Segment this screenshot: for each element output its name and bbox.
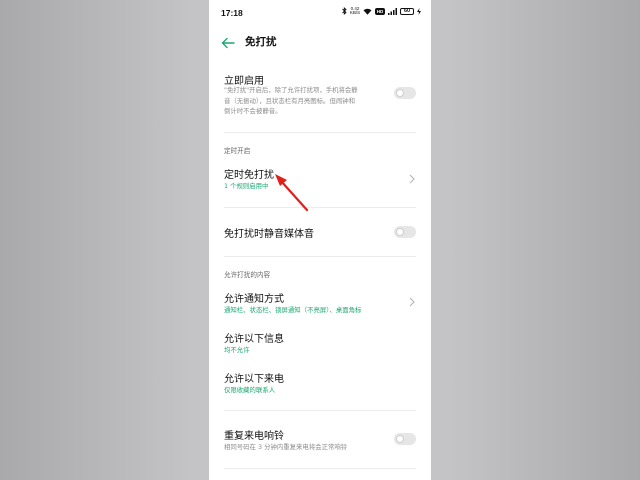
toggle-knob <box>396 435 404 443</box>
mute-media-row[interactable]: 免打扰时静音媒体音 <box>209 218 431 246</box>
immediate-enable-description: "免打扰"开启后，除了允许打扰项，手机将会静 音（无振动），且状态栏有月亮图标。… <box>224 85 374 117</box>
allow-calls-row[interactable]: 允许以下来电 仅限收藏的联系人 <box>209 364 431 398</box>
section-label-allowed: 允许打扰的内容 <box>224 271 271 279</box>
page-title: 免打扰 <box>245 36 277 48</box>
repeat-calls-subtitle: 相同号码在 3 分钟内重复来电将会正常响铃 <box>224 443 348 451</box>
allow-calls-subtitle: 仅限收藏的联系人 <box>224 386 276 394</box>
mute-media-toggle[interactable] <box>394 226 416 238</box>
notify-method-title: 允许通知方式 <box>224 294 284 305</box>
status-bar: 17:18 0.42 KB/S HD 60 <box>209 0 431 26</box>
bluetooth-icon <box>342 6 347 16</box>
repeat-calls-title: 重复来电响铃 <box>224 431 284 442</box>
divider <box>224 132 416 133</box>
mute-media-title: 免打扰时静音媒体音 <box>224 229 314 240</box>
battery-icon: 60 <box>400 7 414 15</box>
immediate-enable-toggle[interactable] <box>394 87 416 99</box>
description-line: "免打扰"开启后，除了允许打扰项，手机将会静 <box>224 86 358 94</box>
scheduled-dnd-row[interactable]: 定时免打扰 1 个规则启用中 <box>209 160 431 200</box>
repeat-calls-row[interactable]: 重复来电响铃 相同号码在 3 分钟内重复来电将会正常响铃 <box>209 422 431 458</box>
charging-icon <box>417 6 421 16</box>
chevron-right-icon <box>409 174 415 184</box>
signal-icon <box>388 6 397 16</box>
toggle-knob <box>396 228 404 236</box>
notify-method-row[interactable]: 允许通知方式 通知栏、状态栏、锁屏通知（不亮屏）、桌面角标 <box>209 284 431 320</box>
network-speed-icon: 0.42 KB/S <box>349 5 361 15</box>
toggle-knob <box>396 89 404 97</box>
divider <box>224 410 416 411</box>
description-line: 音（无振动），且状态栏有月亮图标。但闹钟和 <box>224 96 356 105</box>
allow-calls-title: 允许以下来电 <box>224 374 284 385</box>
divider <box>224 468 416 469</box>
back-button[interactable] <box>221 34 237 49</box>
repeat-calls-toggle[interactable] <box>394 433 416 445</box>
allow-messages-subtitle: 均不允许 <box>224 346 250 354</box>
allow-messages-title: 允许以下信息 <box>224 334 284 345</box>
immediate-enable-row[interactable]: 立即启用 "免打扰"开启后，除了允许打扰项，手机将会静 音（无振动），且状态栏有… <box>209 66 431 126</box>
description-line: 倒计时不会被静音。 <box>224 107 282 115</box>
allow-messages-row[interactable]: 允许以下信息 均不允许 <box>209 324 431 358</box>
phone-screen: 17:18 0.42 KB/S HD 60 免打扰 立即启用 "免打扰"开启后，… <box>209 0 431 480</box>
divider <box>224 207 416 208</box>
chevron-right-icon <box>409 297 415 307</box>
divider <box>224 256 416 257</box>
section-label-scheduled: 定时开启 <box>224 147 251 155</box>
status-icons: 0.42 KB/S HD 60 <box>342 6 421 16</box>
status-time: 17:18 <box>221 8 243 18</box>
scheduled-dnd-title: 定时免打扰 <box>224 170 274 181</box>
arrow-left-icon <box>221 37 235 49</box>
hd-icon: HD <box>375 7 385 15</box>
notify-method-subtitle: 通知栏、状态栏、锁屏通知（不亮屏）、桌面角标 <box>224 306 362 314</box>
header: 免打扰 <box>209 28 431 54</box>
scheduled-dnd-subtitle: 1 个规则启用中 <box>224 182 269 190</box>
wifi-icon <box>363 6 372 16</box>
